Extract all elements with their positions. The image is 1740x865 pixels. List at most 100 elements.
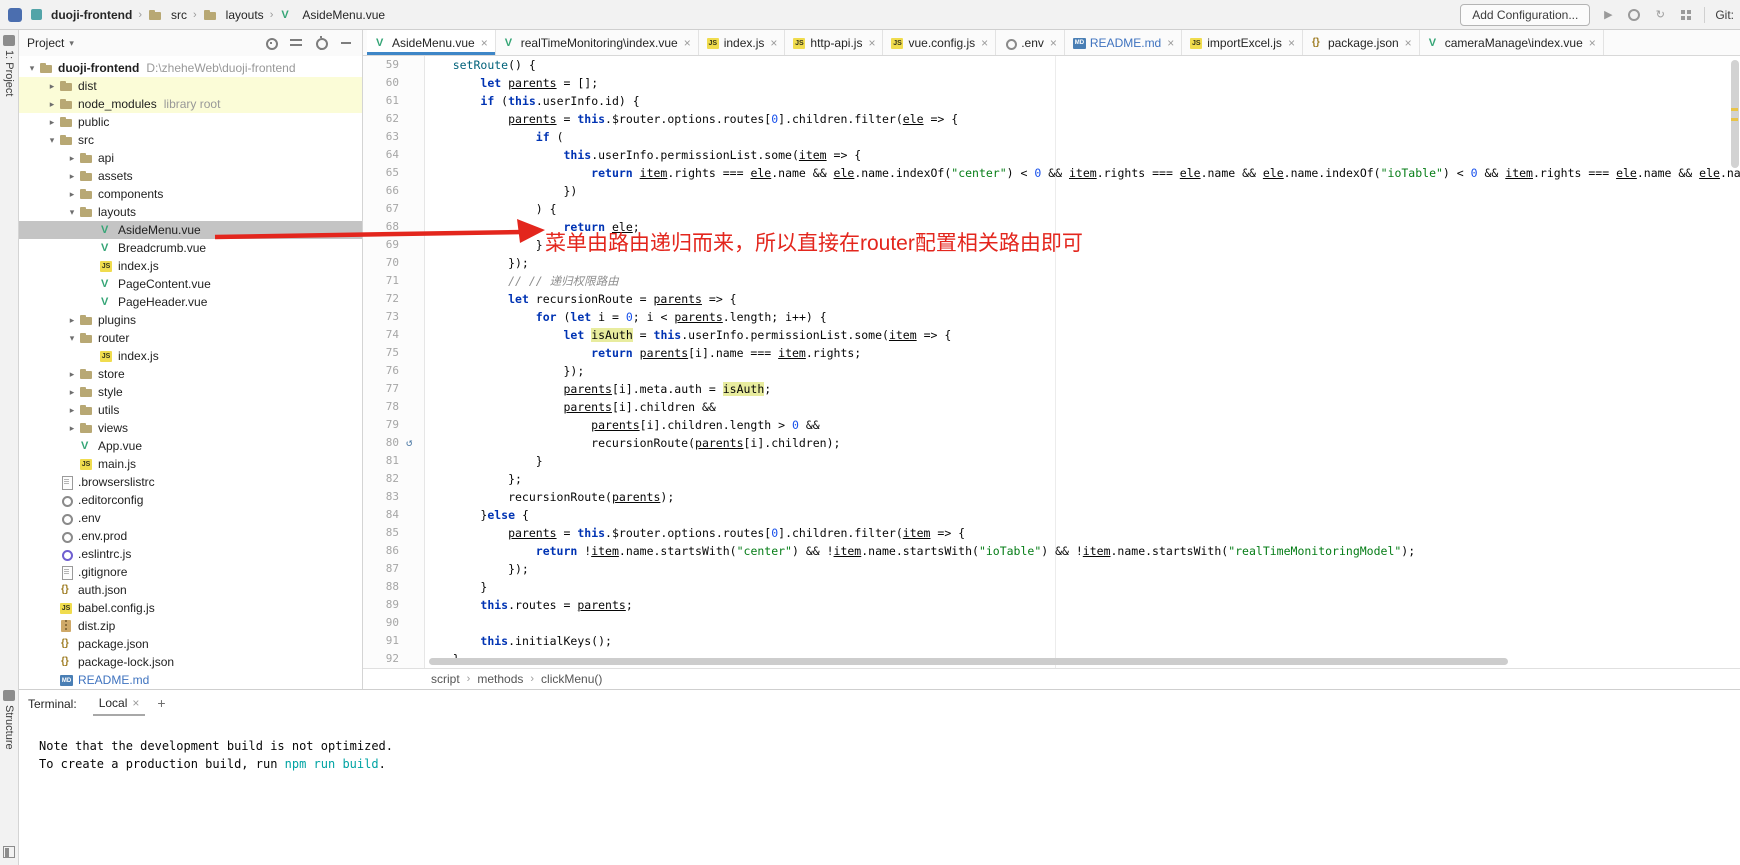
editor-tab[interactable]: AsideMenu.vue× xyxy=(367,30,496,55)
debug-icon[interactable] xyxy=(1626,7,1642,23)
line-number[interactable]: 92 xyxy=(363,650,399,668)
line-number[interactable]: 88 xyxy=(363,578,399,596)
line-number[interactable]: 81 xyxy=(363,452,399,470)
code-line[interactable]: 73 for (let i = 0; i < parents.length; i… xyxy=(363,308,1740,326)
editor-tab[interactable]: index.js× xyxy=(699,30,786,55)
vertical-scrollbar[interactable] xyxy=(1731,60,1739,168)
line-number[interactable]: 65 xyxy=(363,164,399,182)
line-number[interactable]: 79 xyxy=(363,416,399,434)
code-line[interactable]: 83 recursionRoute(parents); xyxy=(363,488,1740,506)
code-line[interactable]: 60 let parents = []; xyxy=(363,74,1740,92)
line-number[interactable]: 84 xyxy=(363,506,399,524)
tree-item[interactable]: index.js xyxy=(19,347,362,365)
code-line[interactable]: 84 }else { xyxy=(363,506,1740,524)
project-stripe-button[interactable]: 1: Project xyxy=(0,35,18,96)
chevron-closed-icon[interactable]: ▸ xyxy=(65,171,79,182)
chevron-closed-icon[interactable]: ▸ xyxy=(65,405,79,416)
line-number[interactable]: 71 xyxy=(363,272,399,290)
tree-item[interactable]: main.js xyxy=(19,455,362,473)
tree-item[interactable]: ▾duoji-frontendD:\zheheWeb\duoji-fronten… xyxy=(19,59,362,77)
code-line[interactable]: 66 }) xyxy=(363,182,1740,200)
tree-item[interactable]: PageHeader.vue xyxy=(19,293,362,311)
tree-item[interactable]: README.md xyxy=(19,671,362,689)
breadcrumb-item[interactable]: layouts xyxy=(203,8,264,22)
code-line[interactable]: 59 setRoute() { xyxy=(363,56,1740,74)
line-number[interactable]: 73 xyxy=(363,308,399,326)
editor-tab[interactable]: realTimeMonitoring\index.vue× xyxy=(496,30,699,55)
tree-item[interactable]: .eslintrc.js xyxy=(19,545,362,563)
tree-item[interactable]: ▸dist xyxy=(19,77,362,95)
close-icon[interactable]: × xyxy=(684,36,691,50)
breadcrumb-item[interactable]: clickMenu() xyxy=(541,672,602,686)
chevron-closed-icon[interactable]: ▸ xyxy=(45,99,59,110)
close-icon[interactable]: × xyxy=(1050,36,1057,50)
breadcrumb-item[interactable]: methods xyxy=(477,672,523,686)
tree-item[interactable]: ▾router xyxy=(19,329,362,347)
line-number[interactable]: 59 xyxy=(363,56,399,74)
line-number[interactable]: 86 xyxy=(363,542,399,560)
locate-file-icon[interactable] xyxy=(263,35,279,51)
tree-item[interactable]: ▾layouts xyxy=(19,203,362,221)
project-view-selector[interactable]: Project ▾ xyxy=(27,36,74,50)
update-project-icon[interactable]: ↻ xyxy=(1652,7,1668,23)
code-line[interactable]: 70 }); xyxy=(363,254,1740,272)
tree-item[interactable]: ▸public xyxy=(19,113,362,131)
code-line[interactable]: 91 this.initialKeys(); xyxy=(363,632,1740,650)
line-number[interactable]: 89 xyxy=(363,596,399,614)
editor-tab[interactable]: README.md× xyxy=(1065,30,1182,55)
editor-tab[interactable]: vue.config.js× xyxy=(883,30,996,55)
close-icon[interactable]: × xyxy=(868,36,875,50)
tree-item[interactable]: index.js xyxy=(19,257,362,275)
terminal-output[interactable]: Note that the development build is not o… xyxy=(19,716,1740,865)
close-icon[interactable]: × xyxy=(1167,36,1174,50)
chevron-open-icon[interactable]: ▾ xyxy=(65,333,79,344)
code-line[interactable]: 65 return item.rights === ele.name && el… xyxy=(363,164,1740,182)
line-number[interactable]: 72 xyxy=(363,290,399,308)
line-number[interactable]: 67 xyxy=(363,200,399,218)
line-number[interactable]: 85 xyxy=(363,524,399,542)
code-line[interactable]: 71 // // 递归权限路由 xyxy=(363,272,1740,290)
add-configuration-button[interactable]: Add Configuration... xyxy=(1460,4,1590,26)
terminal-tab-local[interactable]: Local × xyxy=(93,696,146,716)
tree-item[interactable]: ▾src xyxy=(19,131,362,149)
code-line[interactable]: 74 let isAuth = this.userInfo.permission… xyxy=(363,326,1740,344)
line-number[interactable]: 87 xyxy=(363,560,399,578)
close-icon[interactable]: × xyxy=(1405,36,1412,50)
code-line[interactable]: 69 } xyxy=(363,236,1740,254)
code-line[interactable]: 75 return parents[i].name === item.right… xyxy=(363,344,1740,362)
code-line[interactable]: 61 if (this.userInfo.id) { xyxy=(363,92,1740,110)
new-terminal-icon[interactable]: + xyxy=(157,695,165,711)
chevron-open-icon[interactable]: ▾ xyxy=(25,63,39,74)
run-icon[interactable]: ▶ xyxy=(1600,7,1616,23)
editor-tab[interactable]: importExcel.js× xyxy=(1182,30,1303,55)
tree-item[interactable]: ▸utils xyxy=(19,401,362,419)
code-line[interactable]: 79 parents[i].children.length > 0 && xyxy=(363,416,1740,434)
line-number[interactable]: 75 xyxy=(363,344,399,362)
chevron-closed-icon[interactable]: ▸ xyxy=(45,117,59,128)
editor-tab[interactable]: package.json× xyxy=(1303,30,1420,55)
line-number[interactable]: 62 xyxy=(363,110,399,128)
line-number[interactable]: 83 xyxy=(363,488,399,506)
chevron-closed-icon[interactable]: ▸ xyxy=(65,315,79,326)
tree-item[interactable]: ▸api xyxy=(19,149,362,167)
tree-item[interactable]: .env.prod xyxy=(19,527,362,545)
git-label[interactable]: Git: xyxy=(1715,8,1734,22)
chevron-open-icon[interactable]: ▾ xyxy=(45,135,59,146)
code-line[interactable]: 88 } xyxy=(363,578,1740,596)
tree-item[interactable]: .gitignore xyxy=(19,563,362,581)
line-number[interactable]: 66 xyxy=(363,182,399,200)
code-line[interactable]: 62 parents = this.$router.options.routes… xyxy=(363,110,1740,128)
code-line[interactable]: 64 this.userInfo.permissionList.some(ite… xyxy=(363,146,1740,164)
breadcrumb-item[interactable]: src xyxy=(148,8,187,22)
code-line[interactable]: 89 this.routes = parents; xyxy=(363,596,1740,614)
tree-item[interactable]: ▸views xyxy=(19,419,362,437)
tree-item[interactable]: package.json xyxy=(19,635,362,653)
line-number[interactable]: 78 xyxy=(363,398,399,416)
chevron-closed-icon[interactable]: ▸ xyxy=(65,369,79,380)
code-line[interactable]: 63 if ( xyxy=(363,128,1740,146)
line-number[interactable]: 64 xyxy=(363,146,399,164)
tree-item[interactable]: ▸assets xyxy=(19,167,362,185)
close-icon[interactable]: × xyxy=(481,36,488,50)
tree-item[interactable]: AsideMenu.vue xyxy=(19,221,362,239)
chevron-open-icon[interactable]: ▾ xyxy=(65,207,79,218)
